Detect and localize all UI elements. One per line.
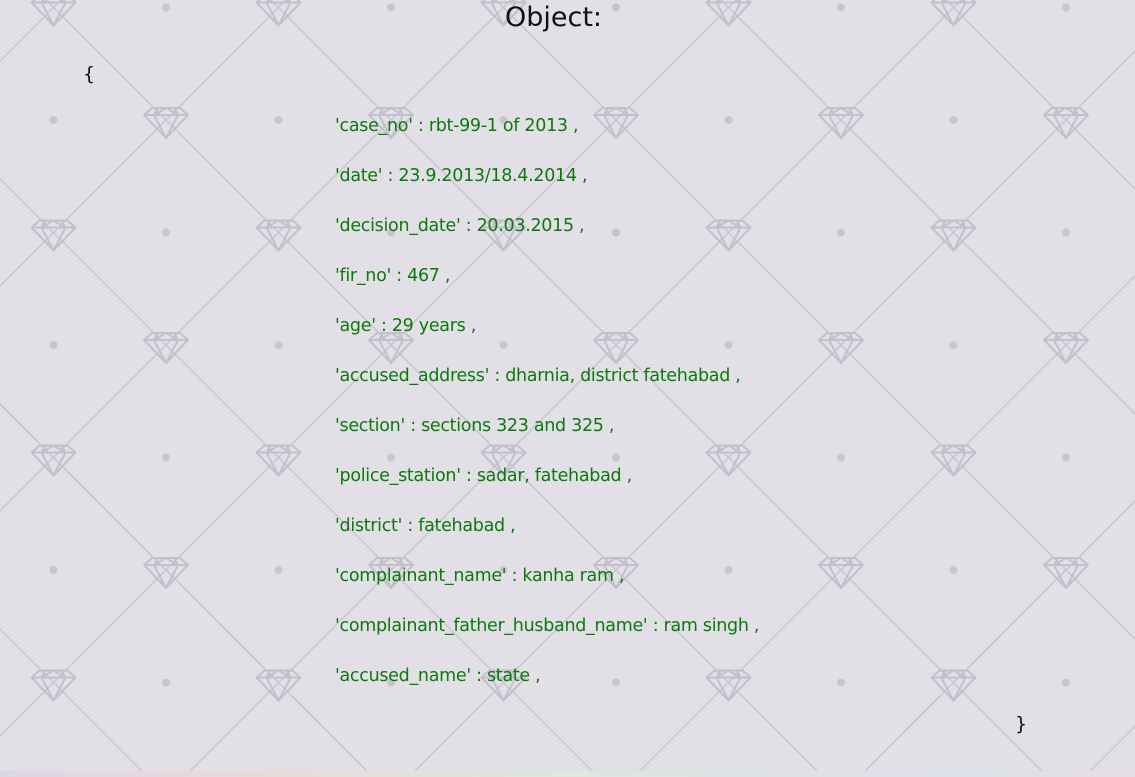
- open-brace: {: [83, 63, 96, 85]
- field-complainant-name: 'complainant_name' : kanha ram ,: [335, 566, 625, 586]
- close-brace: }: [1015, 713, 1028, 735]
- field-case-no: 'case_no' : rbt-99-1 of 2013 ,: [335, 116, 579, 136]
- field-decision-date: 'decision_date' : 20.03.2015 ,: [335, 216, 585, 236]
- bottom-gradient-strip: [0, 771, 1135, 777]
- object-field-list: 'case_no' : rbt-99-1 of 2013 , 'date' : …: [335, 113, 759, 713]
- field-fir-no: 'fir_no' : 467 ,: [335, 266, 451, 286]
- field-age: 'age' : 29 years ,: [335, 316, 476, 336]
- field-district: 'district' : fatehabad ,: [335, 516, 516, 536]
- field-accused-name: 'accused_name' : state ,: [335, 666, 541, 686]
- page-title: Object:: [504, 2, 603, 33]
- field-date: 'date' : 23.9.2013/18.4.2014 ,: [335, 166, 588, 186]
- field-complainant-father-husband-name: 'complainant_father_husband_name' : ram …: [335, 616, 760, 636]
- field-police-station: 'police_station' : sadar, fatehabad ,: [335, 466, 632, 486]
- field-accused-address: 'accused_address' : dharnia, district fa…: [335, 366, 741, 386]
- field-section: 'section' : sections 323 and 325 ,: [335, 416, 615, 436]
